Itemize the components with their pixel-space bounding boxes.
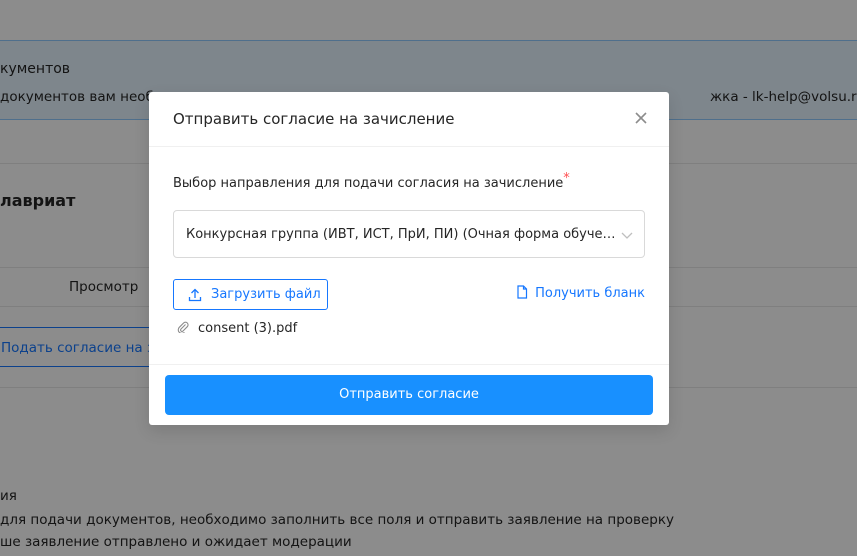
paperclip-icon xyxy=(177,321,189,334)
uploaded-file-name: consent (3).pdf xyxy=(198,321,298,336)
direction-select[interactable]: Конкурсная группа (ИВТ, ИСТ, ПрИ, ПИ) (О… xyxy=(173,210,645,258)
upload-file-button[interactable]: Загрузить файл xyxy=(173,279,328,310)
get-form-label: Получить бланк xyxy=(535,286,645,301)
upload-icon xyxy=(188,288,202,302)
modal-header: Отправить согласие на зачисление xyxy=(149,92,669,147)
required-mark: * xyxy=(563,171,570,186)
direction-select-value: Конкурсная группа (ИВТ, ИСТ, ПрИ, ПИ) (О… xyxy=(186,227,616,242)
uploaded-file-item[interactable]: consent (3).pdf xyxy=(177,321,297,336)
close-icon[interactable] xyxy=(631,108,651,128)
upload-file-label: Загрузить файл xyxy=(211,287,321,302)
consent-modal: Отправить согласие на зачисление Выбор н… xyxy=(149,92,669,425)
direction-field-label-text: Выбор направления для подачи согласия на… xyxy=(173,176,564,191)
modal-footer xyxy=(149,364,669,365)
direction-field-label: Выбор направления для подачи согласия на… xyxy=(173,171,570,191)
file-icon xyxy=(515,285,529,299)
get-form-link[interactable]: Получить бланк xyxy=(515,285,645,301)
send-consent-button[interactable]: Отправить согласие xyxy=(165,375,653,415)
modal-title: Отправить согласие на зачисление xyxy=(173,110,455,128)
chevron-down-icon xyxy=(620,227,634,241)
